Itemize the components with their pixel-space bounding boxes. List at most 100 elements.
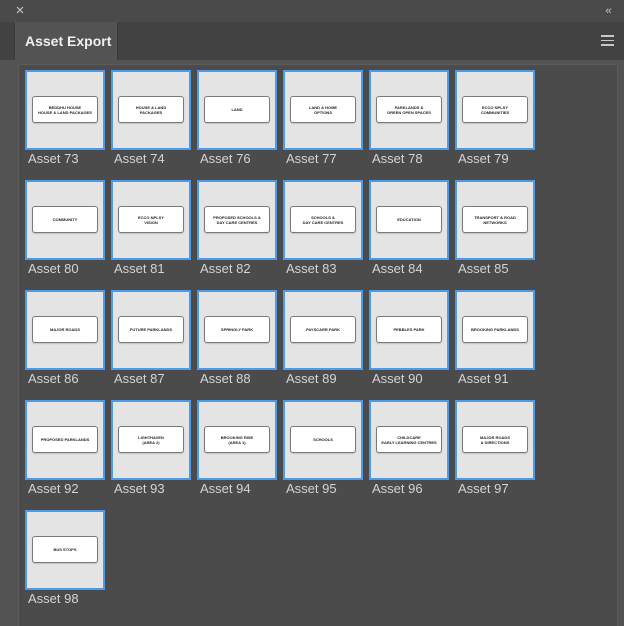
asset-thumbnail[interactable]: SPRINGLY PARK: [197, 290, 277, 370]
asset-thumbnail[interactable]: TRANSPORT & ROAD NETWORKS: [455, 180, 535, 260]
asset-name-label: Asset 73: [28, 151, 79, 166]
asset-preview-card: PEBBLES PARK: [376, 316, 442, 343]
hamburger-menu-icon[interactable]: [601, 35, 614, 46]
asset-thumbnail[interactable]: CHILDCARE EARLY LEARNING CENTRES: [369, 400, 449, 480]
asset-name-label: Asset 94: [200, 481, 251, 496]
asset-name-label: Asset 84: [372, 261, 423, 276]
asset-item[interactable]: PARKLANDS & GREEN OPEN SPACES Asset 78: [369, 70, 449, 166]
asset-item[interactable]: LIGHTHAVEN (AREA 2) Asset 93: [111, 400, 191, 496]
asset-name-label: Asset 89: [286, 371, 337, 386]
asset-preview-text: BUS STOPS: [53, 547, 77, 552]
asset-name-label: Asset 86: [28, 371, 79, 386]
asset-item[interactable]: ECCO NPLSY VISION Asset 81: [111, 180, 191, 276]
asset-grid: BEDDHU HOUSE HOUSE & LAND PACKAGES Asset …: [25, 70, 535, 606]
asset-thumbnail[interactable]: FUTURE PARKLANDS: [111, 290, 191, 370]
asset-item[interactable]: CHILDCARE EARLY LEARNING CENTRES Asset 96: [369, 400, 449, 496]
asset-item[interactable]: MAJOR ROADS & DIRECTIONS Asset 97: [455, 400, 535, 496]
asset-preview-card: PROPOSED PARKLANDS: [32, 426, 98, 453]
asset-item[interactable]: HOUSE & LAND PACKAGES Asset 74: [111, 70, 191, 166]
asset-preview-text: MAJOR ROADS: [49, 327, 80, 332]
asset-item[interactable]: SCHOOLS & DAY CARE CENTRES Asset 83: [283, 180, 363, 276]
asset-item[interactable]: LAND & HOME OPTIONS Asset 77: [283, 70, 363, 166]
asset-thumbnail[interactable]: BUS STOPS: [25, 510, 105, 590]
asset-thumbnail[interactable]: ECCO NPLSY VISION: [111, 180, 191, 260]
asset-name-label: Asset 76: [200, 151, 251, 166]
asset-name-label: Asset 80: [28, 261, 79, 276]
asset-item[interactable]: EDUCATION Asset 84: [369, 180, 449, 276]
asset-item[interactable]: BROOKING RISE (AREA 1) Asset 94: [197, 400, 277, 496]
asset-thumbnail[interactable]: PARKLANDS & GREEN OPEN SPACES: [369, 70, 449, 150]
asset-preview-card: BROOKING RISE (AREA 1): [204, 426, 270, 453]
asset-preview-card: LAND: [204, 96, 270, 123]
asset-preview-card: FUTURE PARKLANDS: [118, 316, 184, 343]
asset-item[interactable]: SCHOOLS Asset 95: [283, 400, 363, 496]
asset-thumbnail[interactable]: SCHOOLS & DAY CARE CENTRES: [283, 180, 363, 260]
asset-item[interactable]: BUS STOPS Asset 98: [25, 510, 105, 606]
asset-name-label: Asset 93: [114, 481, 165, 496]
asset-thumbnail[interactable]: COMMUNITY: [25, 180, 105, 260]
asset-name-label: Asset 90: [372, 371, 423, 386]
asset-item[interactable]: PAYSCARR PARK Asset 89: [283, 290, 363, 386]
asset-item[interactable]: BEDDHU HOUSE HOUSE & LAND PACKAGES Asset …: [25, 70, 105, 166]
asset-preview-card: SCHOOLS & DAY CARE CENTRES: [290, 206, 356, 233]
asset-name-label: Asset 77: [286, 151, 337, 166]
asset-name-label: Asset 98: [28, 591, 79, 606]
asset-thumbnail[interactable]: BROOKING PARKLANDS: [455, 290, 535, 370]
asset-thumbnail[interactable]: BEDDHU HOUSE HOUSE & LAND PACKAGES: [25, 70, 105, 150]
asset-item[interactable]: COMMUNITY Asset 80: [25, 180, 105, 276]
asset-preview-text: COMMUNITY: [52, 217, 78, 222]
panel-title-bar: × ‹‹: [0, 0, 624, 22]
asset-thumbnail[interactable]: PROPOSED PARKLANDS: [25, 400, 105, 480]
asset-preview-card: BEDDHU HOUSE HOUSE & LAND PACKAGES: [32, 96, 98, 123]
tab-label: Asset Export: [25, 33, 112, 49]
asset-thumbnail[interactable]: HOUSE & LAND PACKAGES: [111, 70, 191, 150]
asset-preview-card: PROPOSED SCHOOLS & DAY CARE CENTRES: [204, 206, 270, 233]
asset-preview-card: EDUCATION: [376, 206, 442, 233]
asset-item[interactable]: PROPOSED PARKLANDS Asset 92: [25, 400, 105, 496]
asset-preview-card: COMMUNITY: [32, 206, 98, 233]
tab-asset-export[interactable]: Asset Export: [14, 22, 118, 60]
asset-preview-text: BROOKING PARKLANDS: [471, 327, 519, 332]
asset-thumbnail[interactable]: ECCO NPLSY COMMUNITIES: [455, 70, 535, 150]
asset-item[interactable]: PROPOSED SCHOOLS & DAY CARE CENTRES Asset…: [197, 180, 277, 276]
asset-name-label: Asset 87: [114, 371, 165, 386]
asset-item[interactable]: MAJOR ROADS Asset 86: [25, 290, 105, 386]
asset-item[interactable]: FUTURE PARKLANDS Asset 87: [111, 290, 191, 386]
asset-thumbnail[interactable]: PROPOSED SCHOOLS & DAY CARE CENTRES: [197, 180, 277, 260]
asset-thumbnail[interactable]: PEBBLES PARK: [369, 290, 449, 370]
asset-preview-text: EDUCATION: [397, 217, 421, 222]
asset-preview-card: BUS STOPS: [32, 536, 98, 563]
asset-preview-card: BROOKING PARKLANDS: [462, 316, 528, 343]
close-icon[interactable]: ×: [13, 3, 27, 18]
asset-item[interactable]: ECCO NPLSY COMMUNITIES Asset 79: [455, 70, 535, 166]
asset-preview-card: PAYSCARR PARK: [290, 316, 356, 343]
asset-preview-text: FUTURE PARKLANDS: [129, 327, 173, 332]
asset-thumbnail[interactable]: SCHOOLS: [283, 400, 363, 480]
asset-name-label: Asset 82: [200, 261, 251, 276]
asset-preview-text: SCHOOLS: [313, 437, 333, 442]
asset-item[interactable]: TRANSPORT & ROAD NETWORKS Asset 85: [455, 180, 535, 276]
asset-preview-text: PROPOSED PARKLANDS: [40, 437, 90, 442]
asset-preview-text: PEBBLES PARK: [393, 327, 425, 332]
asset-preview-text: BROOKING RISE (AREA 1): [220, 434, 254, 445]
asset-item[interactable]: SPRINGLY PARK Asset 88: [197, 290, 277, 386]
asset-name-label: Asset 81: [114, 261, 165, 276]
asset-thumbnail[interactable]: LIGHTHAVEN (AREA 2): [111, 400, 191, 480]
asset-thumbnail[interactable]: MAJOR ROADS: [25, 290, 105, 370]
asset-item[interactable]: BROOKING PARKLANDS Asset 91: [455, 290, 535, 386]
asset-thumbnail[interactable]: LAND & HOME OPTIONS: [283, 70, 363, 150]
asset-thumbnail[interactable]: EDUCATION: [369, 180, 449, 260]
asset-thumbnail[interactable]: BROOKING RISE (AREA 1): [197, 400, 277, 480]
asset-preview-text: PARKLANDS & GREEN OPEN SPACES: [387, 104, 431, 115]
asset-preview-text: MAJOR ROADS & DIRECTIONS: [479, 434, 510, 445]
asset-item[interactable]: PEBBLES PARK Asset 90: [369, 290, 449, 386]
asset-thumbnail[interactable]: LAND: [197, 70, 277, 150]
asset-thumbnail[interactable]: PAYSCARR PARK: [283, 290, 363, 370]
asset-preview-text: PAYSCARR PARK: [306, 327, 340, 332]
asset-thumbnail[interactable]: MAJOR ROADS & DIRECTIONS: [455, 400, 535, 480]
asset-item[interactable]: LAND Asset 76: [197, 70, 277, 166]
asset-preview-card: MAJOR ROADS & DIRECTIONS: [462, 426, 528, 453]
asset-preview-card: HOUSE & LAND PACKAGES: [118, 96, 184, 123]
collapse-panel-icon[interactable]: ‹‹: [600, 4, 616, 18]
asset-preview-card: ECCO NPLSY COMMUNITIES: [462, 96, 528, 123]
